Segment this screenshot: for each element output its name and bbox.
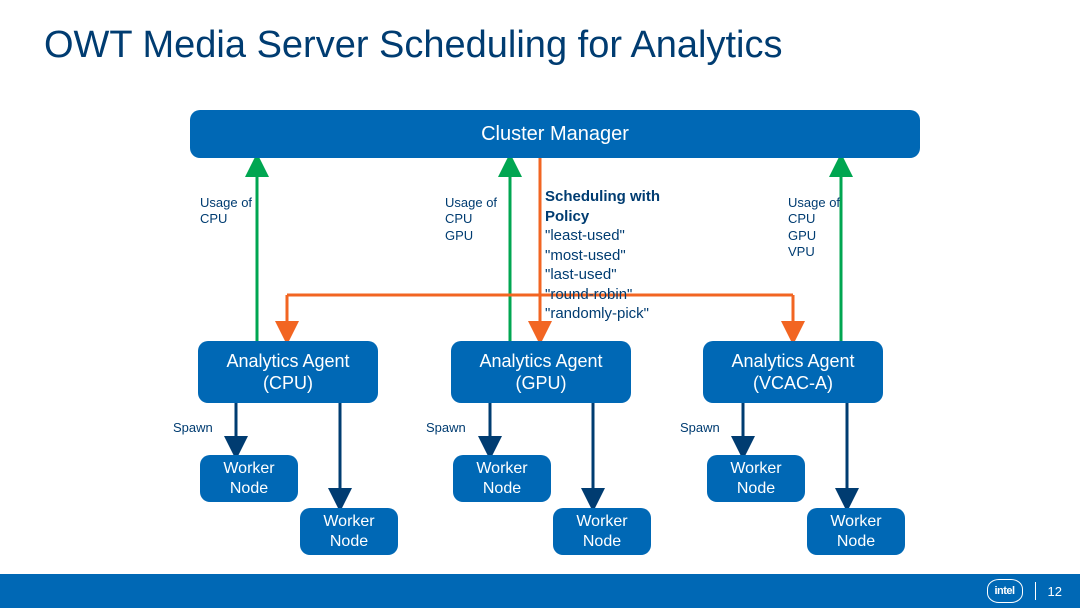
policy-label: Scheduling withPolicy "least-used" "most… bbox=[545, 187, 660, 324]
policy-item-3: "round-robin" bbox=[545, 285, 660, 305]
worker-node-vcaca-1: WorkerNode bbox=[707, 455, 805, 502]
worker-node-vcaca-2: WorkerNode bbox=[807, 508, 905, 555]
policy-item-4: "randomly-pick" bbox=[545, 304, 660, 324]
spawn-label-vcaca: Spawn bbox=[680, 420, 720, 436]
policy-item-0: "least-used" bbox=[545, 226, 660, 246]
intel-logo: intel bbox=[987, 579, 1023, 603]
worker-node-cpu-1: WorkerNode bbox=[200, 455, 298, 502]
analytics-agent-cpu-box: Analytics Agent(CPU) bbox=[198, 341, 378, 403]
usage-label-vcaca: Usage ofCPUGPUVPU bbox=[788, 195, 840, 260]
spawn-label-cpu: Spawn bbox=[173, 420, 213, 436]
worker-node-cpu-2: WorkerNode bbox=[300, 508, 398, 555]
arrows-layer bbox=[0, 0, 1080, 608]
policy-item-1: "most-used" bbox=[545, 246, 660, 266]
footer-bar: intel 12 bbox=[0, 574, 1080, 608]
usage-label-cpu: Usage ofCPU bbox=[200, 195, 252, 228]
page-number: 12 bbox=[1048, 584, 1062, 599]
analytics-agent-gpu-box: Analytics Agent(GPU) bbox=[451, 341, 631, 403]
footer-divider bbox=[1035, 582, 1036, 600]
usage-label-gpu: Usage ofCPUGPU bbox=[445, 195, 497, 244]
policy-header: Scheduling withPolicy bbox=[545, 187, 660, 226]
cluster-manager-box: Cluster Manager bbox=[190, 110, 920, 158]
spawn-label-gpu: Spawn bbox=[426, 420, 466, 436]
analytics-agent-vcaca-box: Analytics Agent(VCAC-A) bbox=[703, 341, 883, 403]
worker-node-gpu-1: WorkerNode bbox=[453, 455, 551, 502]
worker-node-gpu-2: WorkerNode bbox=[553, 508, 651, 555]
diagram-root: Cluster Manager Analytics Agent(CPU) Ana… bbox=[0, 0, 1080, 608]
policy-item-2: "last-used" bbox=[545, 265, 660, 285]
